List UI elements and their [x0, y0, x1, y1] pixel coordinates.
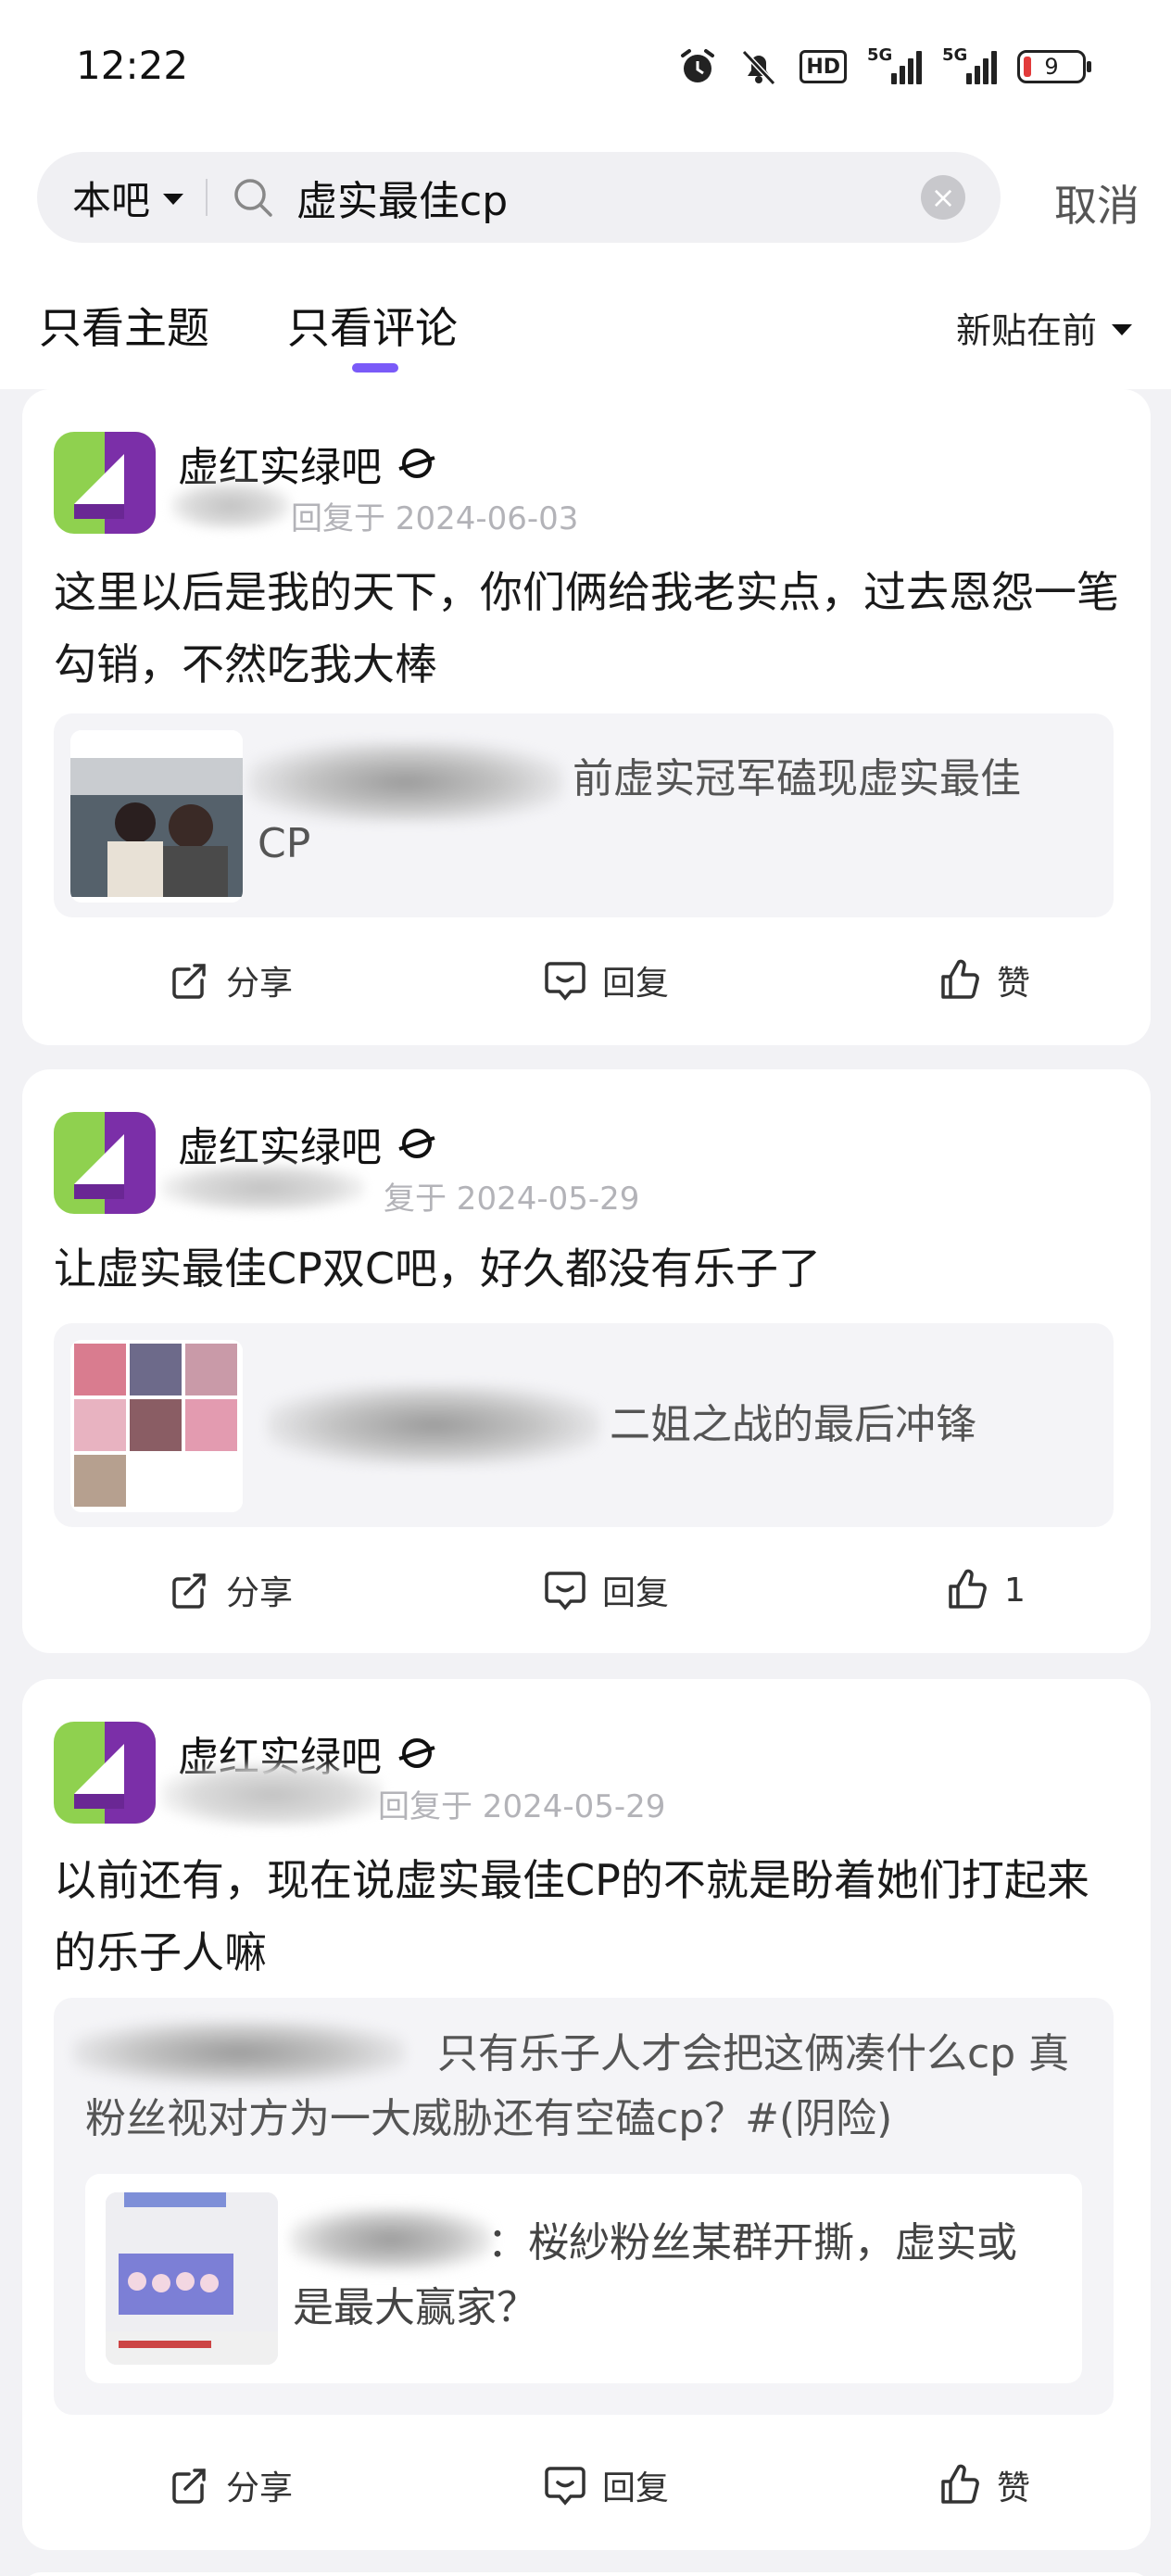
search-box[interactable]: 本吧 虚实最佳cp ×	[37, 152, 1001, 243]
chevron-down-icon	[163, 194, 184, 205]
mute-bell-icon	[738, 46, 779, 87]
status-bar: 12:22 HD 5G 5G 9	[0, 0, 1171, 139]
reply-label: 回复	[602, 2469, 670, 2507]
post-card[interactable]: 虚红实绿吧 回复于 2024-06-03 这里以后是我的天下，你们俩给我老实点，…	[22, 389, 1151, 1045]
share-label: 分享	[226, 1574, 294, 1612]
share-button[interactable]: 分享	[165, 2461, 293, 2509]
share-icon	[172, 1573, 206, 1609]
planet-icon	[398, 448, 435, 478]
comment-icon	[545, 2467, 586, 2506]
quoted-post[interactable]: 前虚实冠军磕现虚实最佳CP	[54, 713, 1114, 917]
nested-quote-text: ：桜紗粉丝某群开撕，虚实或是最大赢家？	[293, 2219, 1017, 2331]
nested-thumbnail-image	[106, 2192, 278, 2365]
cancel-button[interactable]: 取消	[1054, 172, 1140, 234]
quoted-post[interactable]: 只有乐子人才会把这俩凑什么cp 真粉丝视对方为一大威胁还有空磕cp？#(阴险) …	[54, 1998, 1114, 2415]
share-icon	[172, 964, 206, 999]
like-button[interactable]: 赞	[936, 956, 1030, 1004]
search-input[interactable]: 虚实最佳cp	[296, 168, 921, 227]
reply-button[interactable]: 回复	[541, 956, 669, 1004]
like-label: 赞	[997, 965, 1031, 1003]
thumbs-up-icon	[941, 959, 979, 999]
forum-avatar[interactable]	[54, 1722, 156, 1824]
comment-icon	[545, 962, 586, 1001]
share-button[interactable]: 分享	[165, 1566, 293, 1614]
post-actions: 分享 回复 赞	[22, 2461, 1151, 2544]
nested-quote[interactable]: ：桜紗粉丝某群开撕，虚实或是最大赢家？	[85, 2174, 1082, 2383]
scope-label: 本吧	[72, 177, 151, 223]
status-time: 12:22	[76, 43, 189, 88]
forum-avatar[interactable]	[54, 432, 156, 534]
quoted-title: 二姐之战的最后冲锋	[610, 1401, 976, 1448]
share-label: 分享	[226, 965, 294, 1003]
post-card[interactable]: 虚红实绿吧 回复于 2024-05-29 以前还有，现在说虚实最佳CP的不就是盼…	[22, 1679, 1151, 2550]
scope-dropdown[interactable]: 本吧	[72, 170, 184, 226]
blurred-username	[161, 1762, 384, 1827]
post-card-next[interactable]	[22, 2572, 1151, 2576]
like-button[interactable]: 1	[943, 1566, 1026, 1614]
reply-date: 回复于 2024-05-29	[378, 1788, 666, 1825]
post-actions: 分享 回复 赞	[22, 956, 1151, 1040]
thumbnail-image	[70, 730, 243, 903]
forum-avatar[interactable]	[54, 1112, 156, 1214]
thumbs-up-icon	[941, 2464, 979, 2504]
blurred-username	[170, 482, 291, 530]
planet-icon	[398, 1129, 435, 1158]
post-actions: 分享 回复 1	[22, 1566, 1151, 1649]
tab-topics[interactable]: 只看主题	[39, 295, 209, 356]
reply-label: 回复	[602, 1574, 670, 1612]
thumbnail-image	[70, 1340, 243, 1512]
search-icon	[234, 179, 272, 217]
divider	[206, 179, 208, 216]
quoted-title: 前虚实冠军磕现虚实最佳CP	[258, 755, 1021, 867]
tab-comments[interactable]: 只看评论	[287, 295, 458, 356]
post-content[interactable]: 以前还有，现在说虚实最佳CP的不就是盼着她们打起来的乐子人嘛	[54, 1844, 1119, 1989]
post-card[interactable]: 虚红实绿吧 复于 2024-05-29 让虚实最佳CP双C吧，好久都没有乐子了 …	[22, 1069, 1151, 1653]
hd-voice-icon: HD	[800, 50, 847, 83]
battery-level: 9	[1044, 54, 1059, 80]
sort-label: 新贴在前	[955, 310, 1097, 351]
quoted-text: 只有乐子人才会把这俩凑什么cp 真粉丝视对方为一大威胁还有空磕cp？#(阴险)	[85, 2030, 1070, 2142]
reply-label: 回复	[602, 965, 670, 1003]
battery-icon: 9	[1017, 50, 1091, 83]
thumbs-up-icon	[949, 1569, 987, 1609]
reply-button[interactable]: 回复	[541, 2461, 669, 2509]
search-row: 本吧 虚实最佳cp × 取消	[37, 152, 1140, 243]
quoted-post[interactable]: 二姐之战的最后冲锋	[54, 1323, 1114, 1527]
like-count: 1	[1004, 1571, 1026, 1610]
blurred-author	[267, 1384, 600, 1466]
share-icon	[172, 2469, 206, 2504]
blurred-username	[161, 1164, 365, 1212]
share-button[interactable]: 分享	[165, 956, 293, 1004]
comment-icon	[545, 1572, 586, 1610]
clear-icon[interactable]: ×	[921, 175, 965, 220]
post-content[interactable]: 让虚实最佳CP双C吧，好久都没有乐子了	[54, 1232, 1119, 1305]
reply-button[interactable]: 回复	[541, 1566, 669, 1614]
like-label: 赞	[997, 2469, 1031, 2507]
signal-5g-icon-2: 5G	[942, 45, 997, 84]
post-content[interactable]: 这里以后是我的天下，你们俩给我老实点，过去恩怨一笔勾销，不然吃我大棒	[54, 556, 1119, 701]
reply-date: 回复于 2024-06-03	[291, 500, 579, 537]
planet-icon	[398, 1738, 435, 1768]
reply-date: 复于 2024-05-29	[384, 1181, 640, 1218]
chevron-down-icon	[1112, 323, 1132, 335]
alarm-icon	[677, 46, 718, 87]
like-button[interactable]: 赞	[936, 2461, 1030, 2509]
signal-5g-icon: 5G	[867, 45, 922, 84]
status-icons: HD 5G 5G 9	[677, 45, 1091, 87]
active-tab-indicator	[352, 363, 398, 373]
share-label: 分享	[226, 2469, 294, 2507]
filter-tabs: 只看主题 只看评论 新贴在前	[0, 287, 1171, 380]
sort-dropdown[interactable]: 新贴在前	[956, 302, 1132, 353]
